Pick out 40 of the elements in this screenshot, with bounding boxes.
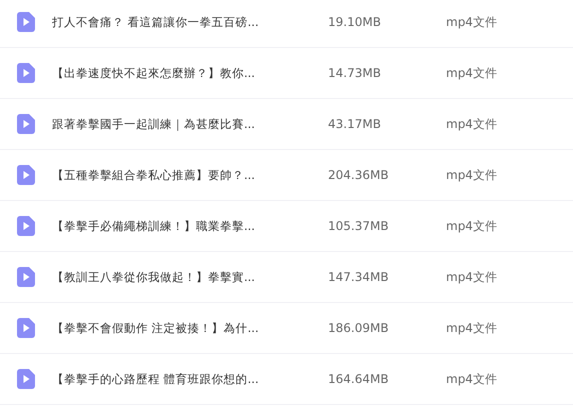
video-file-icon [17,12,35,32]
file-type: mp4文件 [446,370,497,388]
file-row[interactable]: 【五種拳擊組合拳私心推薦】要帥？... 204.36MB mp4文件 [0,150,573,201]
file-name: 跟著拳擊國手一起訓練｜為甚麼比賽... [52,116,256,132]
file-type: mp4文件 [446,116,497,132]
file-row[interactable]: 【教訓王八拳從你我做起！】拳擊實... 147.34MB mp4文件 [0,252,573,303]
file-row[interactable]: 【出拳速度快不起來怎麼辦？】教你... 14.73MB mp4文件 [0,48,573,99]
file-size: 19.10MB [328,15,382,29]
file-type: mp4文件 [446,14,497,30]
video-file-icon [17,267,35,287]
file-name: 【拳擊手必備繩梯訓練！】職業拳擊... [52,218,256,234]
file-size: 14.73MB [328,66,382,80]
file-size: 43.17MB [328,117,382,131]
file-row[interactable]: 跟著拳擊國手一起訓練｜為甚麼比賽... 43.17MB mp4文件 [0,99,573,150]
file-name: 【拳擊手的心路歷程 體育班跟你想的... [52,372,260,386]
video-file-icon [17,216,35,236]
file-name: 【教訓王八拳從你我做起！】拳擊實... [52,270,256,284]
file-name: 【五種拳擊組合拳私心推薦】要帥？... [52,168,256,182]
file-size: 164.64MB [328,372,390,386]
file-row[interactable]: 打人不會痛？ 看這篇讓你一拳五百磅... 19.10MB mp4文件 [0,0,573,48]
file-type: mp4文件 [446,268,497,286]
file-type: mp4文件 [446,320,497,336]
file-size: 105.37MB [328,219,390,233]
video-file-icon [17,165,35,185]
file-type: mp4文件 [446,64,497,82]
file-size: 147.34MB [328,270,390,284]
video-file-icon [17,114,35,134]
file-type: mp4文件 [446,218,497,234]
video-file-icon [17,369,35,389]
file-type: mp4文件 [446,166,497,184]
file-name: 【出拳速度快不起來怎麼辦？】教你... [52,66,256,80]
video-file-icon [17,318,35,338]
file-size: 186.09MB [328,321,390,335]
file-size: 204.36MB [328,168,390,182]
file-name: 【拳擊不會假動作 注定被揍！】為什... [52,320,260,336]
video-file-icon [17,63,35,83]
file-row[interactable]: 【拳擊不會假動作 注定被揍！】為什... 186.09MB mp4文件 [0,303,573,354]
file-name: 打人不會痛？ 看這篇讓你一拳五百磅... [52,14,260,30]
file-row[interactable]: 【拳擊手必備繩梯訓練！】職業拳擊... 105.37MB mp4文件 [0,201,573,252]
file-row[interactable]: 【拳擊手的心路歷程 體育班跟你想的... 164.64MB mp4文件 [0,354,573,405]
